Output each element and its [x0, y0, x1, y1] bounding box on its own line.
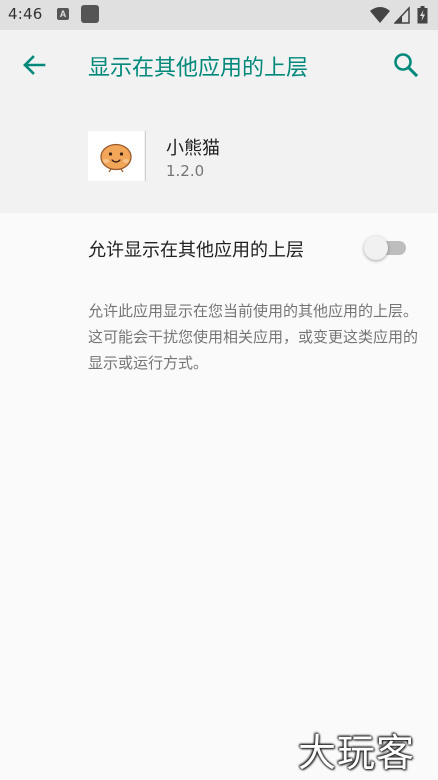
setting-description: 允许此应用显示在您当前使用的其他应用的上层。这可能会干扰您使用相关应用，或变更这…: [88, 302, 419, 372]
cellular-signal-icon: [394, 6, 410, 24]
allow-overlay-switch[interactable]: [364, 235, 408, 261]
setting-label: 允许显示在其他应用的上层: [88, 240, 304, 261]
app-name: 小熊猫: [166, 138, 220, 159]
back-button[interactable]: [18, 49, 50, 81]
status-right-icons: [370, 6, 430, 24]
wifi-icon: [370, 7, 390, 23]
page-title: 显示在其他应用的上层: [88, 56, 309, 81]
search-button[interactable]: [390, 49, 422, 81]
status-time: 4:46: [8, 5, 43, 23]
android-a-icon: A: [57, 8, 69, 20]
smiling-face-app-icon: [88, 131, 144, 181]
app-header: 小熊猫 1.2.0: [0, 100, 438, 213]
search-icon: [394, 53, 419, 78]
watermark-text: 大玩客: [298, 731, 416, 775]
allow-overlay-setting[interactable]: 允许显示在其他应用的上层: [0, 213, 438, 283]
app-header-divider: [145, 131, 146, 181]
square-notification-icon: [81, 5, 99, 23]
switch-thumb: [364, 236, 388, 260]
status-bar: 4:46 A: [0, 0, 438, 30]
arrow-back-icon: [23, 55, 46, 75]
toolbar: 显示在其他应用的上层: [0, 30, 438, 100]
battery-charging-icon: [417, 6, 428, 24]
app-version: 1.2.0: [166, 162, 205, 180]
